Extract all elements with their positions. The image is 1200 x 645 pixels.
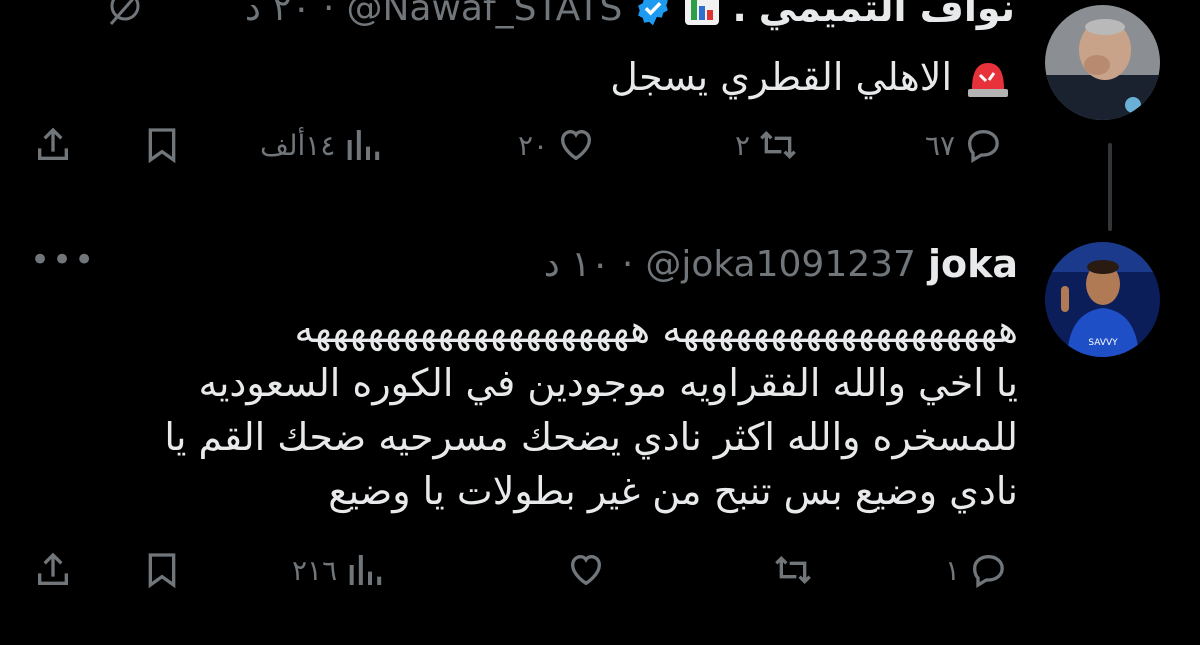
avatar-joka[interactable]: SAVVY <box>1045 242 1160 357</box>
share-icon <box>38 552 68 585</box>
share-button[interactable] <box>33 550 73 590</box>
bookmark-icon <box>148 128 176 164</box>
views-count: ٢١٦ <box>292 553 338 587</box>
author-name[interactable]: نواف التميمي <box>759 0 1015 30</box>
tweet-2-line-4: نادي وضيع بس تنبح من غير بطولات يا وضيع <box>328 469 1018 513</box>
tweet-2-header: joka @joka1091237 · ١٠ د <box>544 242 1018 286</box>
retweet-button[interactable] <box>765 550 813 590</box>
tweet-2-line-2: يا اخي والله الفقراويه موجودين في الكوره… <box>198 361 1018 405</box>
author-handle[interactable]: @joka1091237 <box>645 244 916 285</box>
like-button[interactable]: ٢٠ <box>518 125 596 165</box>
tweet-2[interactable]: SAVVY joka @joka1091237 · ١٠ د ••• ههههه… <box>0 232 1200 645</box>
tweet-2-line-3: للمسخره والله اكثر نادي يضحك مسرحيه ضحك … <box>164 415 1018 459</box>
reply-icon <box>973 554 1004 588</box>
author-name-suffix: . <box>732 0 747 30</box>
tweet-2-body: هههههههههههههههههههه ههههههههههههههههههه… <box>68 302 1018 518</box>
retweet-count: ٢ <box>735 128 751 162</box>
avatar-image: SAVVY <box>1045 242 1160 357</box>
views-icon <box>349 555 382 585</box>
share-icon <box>38 127 68 160</box>
tweet-2-line-1: هههههههههههههههههههه ههههههههههههههههههه… <box>294 307 1018 351</box>
svg-text:SAVVY: SAVVY <box>1088 338 1118 348</box>
verified-badge-icon <box>638 0 669 26</box>
thread-connector-line <box>1108 143 1112 231</box>
separator-dot: · <box>323 0 335 29</box>
tweet-1-actions: ٦٧ ٢ ٢٠ ١٤ألف <box>0 125 1200 175</box>
avatar-image <box>1045 5 1160 120</box>
bookmark-button[interactable] <box>142 125 182 165</box>
grok-icon[interactable] <box>105 0 145 26</box>
views-button[interactable]: ٢١٦ <box>292 550 385 590</box>
tweet-1-text: الاهلي القطري يسجل <box>610 55 952 99</box>
reply-button[interactable]: ١ <box>945 550 1008 590</box>
reply-count: ٦٧ <box>925 128 956 162</box>
reply-count: ١ <box>945 553 961 587</box>
tweet-1[interactable]: نواف التميمي . @Nawaf_STATS · ٢٠ د الاهل… <box>0 0 1200 200</box>
more-options-icon[interactable]: ••• <box>30 240 96 280</box>
separator-dot: · <box>621 243 634 285</box>
share-button[interactable] <box>33 125 73 165</box>
tweet-1-body: الاهلي القطري يسجل <box>610 50 1010 104</box>
reply-icon <box>968 129 999 163</box>
chart-emoji-icon <box>685 0 720 25</box>
like-count: ٢٠ <box>518 128 549 162</box>
bookmark-icon <box>148 553 176 589</box>
author-handle[interactable]: @Nawaf_STATS <box>346 0 622 29</box>
views-icon <box>348 130 380 160</box>
like-button[interactable] <box>558 550 606 590</box>
bookmark-button[interactable] <box>142 550 182 590</box>
retweet-icon <box>775 555 811 585</box>
heart-icon <box>570 554 602 586</box>
tweet-2-actions: ١ ٢١٦ <box>0 550 1200 600</box>
tweet-time[interactable]: ١٠ د <box>544 244 610 285</box>
heart-icon <box>561 129 592 161</box>
siren-emoji-icon <box>968 63 1008 97</box>
tweet-1-header: نواف التميمي . @Nawaf_STATS · ٢٠ د <box>245 0 1015 30</box>
views-count: ١٤ألف <box>260 128 336 162</box>
reply-button[interactable]: ٦٧ <box>925 125 1003 165</box>
tweet-time[interactable]: ٢٠ د <box>245 0 311 29</box>
retweet-icon <box>760 130 796 160</box>
views-button[interactable]: ١٤ألف <box>260 125 383 165</box>
retweet-button[interactable]: ٢ <box>735 125 798 165</box>
author-name[interactable]: joka <box>928 242 1018 286</box>
avatar-nawaf[interactable] <box>1045 5 1160 120</box>
